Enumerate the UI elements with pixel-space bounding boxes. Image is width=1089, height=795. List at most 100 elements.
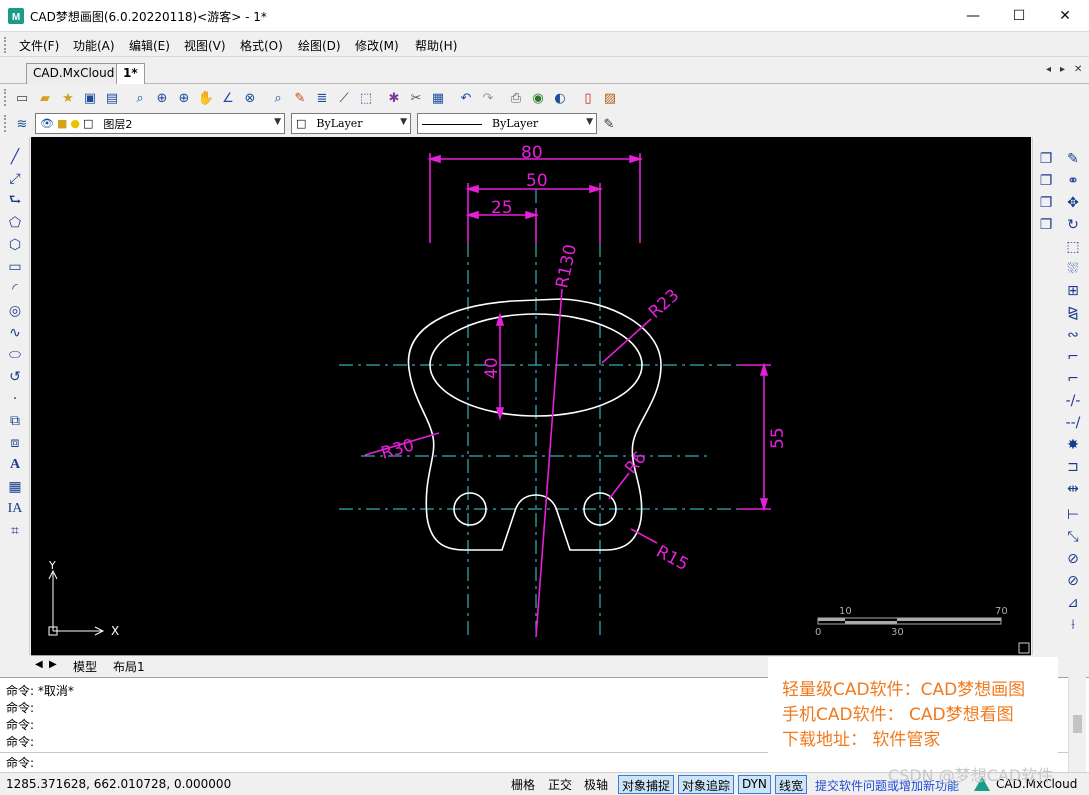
layout-first-icon[interactable]: ◀ <box>35 659 43 670</box>
tab-cad-mxcloud[interactable]: CAD.MxCloud <box>26 63 122 84</box>
layer-manager-icon[interactable]: ≣ <box>313 89 331 107</box>
pan-icon[interactable]: ✋ <box>197 89 215 107</box>
line-icon[interactable]: ╱ <box>5 147 25 167</box>
new-file-icon[interactable]: ▭ <box>13 89 31 107</box>
open-file-icon[interactable]: ▰ <box>36 89 54 107</box>
diameter-dim-icon[interactable]: ⊘ <box>1063 571 1083 591</box>
menu-grip[interactable] <box>4 37 8 53</box>
circle-icon[interactable]: ◎ <box>5 301 25 321</box>
extend-icon[interactable]: --/ <box>1063 413 1083 433</box>
angular-dim-icon[interactable]: ⊿ <box>1063 593 1083 613</box>
toggle-polar[interactable]: 极轴 <box>581 775 611 794</box>
tab-model[interactable]: 模型 <box>73 658 97 675</box>
copy-layer-icon[interactable]: ❐ <box>1036 149 1056 169</box>
zoom-all-icon[interactable]: ⊗ <box>241 89 259 107</box>
color-select[interactable]: □ ByLayer ▼ <box>291 113 411 134</box>
open-folder-icon[interactable]: ★ <box>59 89 77 107</box>
point-icon[interactable]: · <box>5 389 25 409</box>
aligned-dim-icon[interactable]: ⤡ <box>1063 527 1083 547</box>
layer-select[interactable]: 👁 ■ ● □ 图层2 ▼ <box>35 113 285 134</box>
menu-file[interactable]: 文件(F) <box>19 37 59 54</box>
ellipse-icon[interactable]: ⬭ <box>5 345 25 365</box>
measure-icon[interactable]: ✱ <box>385 89 403 107</box>
move-icon[interactable]: ✥ <box>1063 193 1083 213</box>
toggle-grid[interactable]: 栅格 <box>508 775 538 794</box>
lineweight-icon[interactable]: ✎ <box>600 115 618 133</box>
scroll-thumb[interactable] <box>1073 715 1082 733</box>
toggle-dyn[interactable]: DYN <box>738 775 771 794</box>
arc-icon[interactable]: ◜ <box>5 279 25 299</box>
layer-off-icon[interactable]: ❐ <box>1036 193 1056 213</box>
properties-icon[interactable]: ⟋ <box>335 89 353 107</box>
mirror-icon[interactable]: ⧎ <box>1063 303 1083 323</box>
menu-modify[interactable]: 修改(M) <box>355 37 399 54</box>
layer-isolate-icon[interactable]: ❐ <box>1036 171 1056 191</box>
match-properties-icon[interactable]: ✎ <box>291 89 309 107</box>
menu-help[interactable]: 帮助(H) <box>415 37 457 54</box>
break-icon[interactable]: ⊐ <box>1063 457 1083 477</box>
undo-icon[interactable]: ↶ <box>457 89 475 107</box>
freeform-polygon-icon[interactable]: ⬡ <box>5 235 25 255</box>
layer-freeze-icon[interactable]: ❐ <box>1036 215 1056 235</box>
explode-icon[interactable]: ✸ <box>1063 435 1083 455</box>
toggle-object-snap[interactable]: 对象捕捉 <box>618 775 675 794</box>
layers-icon[interactable]: ≋ <box>13 115 31 133</box>
polyline-icon[interactable]: ⮑ <box>5 191 25 211</box>
rectangle-icon[interactable]: ▭ <box>5 257 25 277</box>
zoom-window-icon[interactable]: ⌕ <box>131 89 149 107</box>
multiline-text-icon[interactable]: IA <box>5 499 25 519</box>
render-icon[interactable]: ◉ <box>529 89 547 107</box>
toggle-ortho[interactable]: 正交 <box>545 775 575 794</box>
copy-icon[interactable]: ⚭ <box>1063 171 1083 191</box>
command-input[interactable]: 命令: <box>6 754 34 771</box>
array-icon[interactable]: ⊞ <box>1063 281 1083 301</box>
trim-icon[interactable]: -/- <box>1063 391 1083 411</box>
radius-dim-icon[interactable]: ⊘ <box>1063 549 1083 569</box>
rotate-icon[interactable]: ↻ <box>1063 215 1083 235</box>
baseline-dim-icon[interactable]: ⟊ <box>1063 615 1083 635</box>
insert-block-icon[interactable]: ⧉ <box>5 411 25 431</box>
ellipse-arc-icon[interactable]: ↺ <box>5 367 25 387</box>
export-image-icon[interactable]: ▨ <box>601 89 619 107</box>
table-icon[interactable]: ▦ <box>5 477 25 497</box>
toolbar-grip[interactable] <box>4 89 8 106</box>
block-icon[interactable]: ⬚ <box>357 89 375 107</box>
save-icon[interactable]: ▣ <box>81 89 99 107</box>
hatch-icon[interactable]: ⌗ <box>5 521 25 541</box>
zoom-realtime-icon[interactable]: ⊕ <box>153 89 171 107</box>
tab-scroll-left-icon[interactable]: ◂ <box>1046 64 1051 75</box>
menu-function[interactable]: 功能(A) <box>73 37 115 54</box>
text-icon[interactable]: A <box>5 455 25 475</box>
zoom-extents-icon[interactable]: ∠ <box>219 89 237 107</box>
toggle-object-track[interactable]: 对象追踪 <box>678 775 735 794</box>
erase-icon[interactable]: ✂ <box>407 89 425 107</box>
linetype-select[interactable]: ByLayer ▼ <box>417 113 597 134</box>
stretch-icon[interactable]: ⛆ <box>1063 259 1083 279</box>
toggle-lineweight[interactable]: 线宽 <box>775 775 808 794</box>
tab-scroll-right-icon[interactable]: ▸ <box>1060 64 1065 75</box>
polygon-icon[interactable]: ⬠ <box>5 213 25 233</box>
resize-grip-icon[interactable] <box>1018 642 1030 654</box>
erase-tool-icon[interactable]: ✎ <box>1063 149 1083 169</box>
spline-icon[interactable]: ∿ <box>5 323 25 343</box>
layout-next-icon[interactable]: ▶ <box>49 659 57 670</box>
plugin-icon[interactable]: ◐ <box>551 89 569 107</box>
print-icon[interactable]: ⎙ <box>507 89 525 107</box>
tab-close-icon[interactable]: ✕ <box>1074 64 1082 75</box>
save-as-icon[interactable]: ▤ <box>103 89 121 107</box>
find-icon[interactable]: ⌕ <box>269 89 287 107</box>
print-preview-icon[interactable]: ▦ <box>429 89 447 107</box>
chamfer-icon[interactable]: ⌐ <box>1063 369 1083 389</box>
linear-dim-icon[interactable]: ⊢ <box>1063 505 1083 525</box>
maximize-button[interactable]: ☐ <box>996 0 1042 32</box>
zoom-in-icon[interactable]: ⊕ <box>175 89 193 107</box>
export-pdf-icon[interactable]: ▯ <box>579 89 597 107</box>
toolbar-grip[interactable] <box>4 115 8 132</box>
construction-line-icon[interactable]: ⤢ <box>5 169 25 189</box>
join-icon[interactable]: ⇹ <box>1063 479 1083 499</box>
menu-draw[interactable]: 绘图(D) <box>298 37 341 54</box>
close-button[interactable]: ✕ <box>1042 0 1088 32</box>
tab-layout1[interactable]: 布局1 <box>113 658 145 675</box>
menu-view[interactable]: 视图(V) <box>184 37 226 54</box>
offset-icon[interactable]: ∾ <box>1063 325 1083 345</box>
